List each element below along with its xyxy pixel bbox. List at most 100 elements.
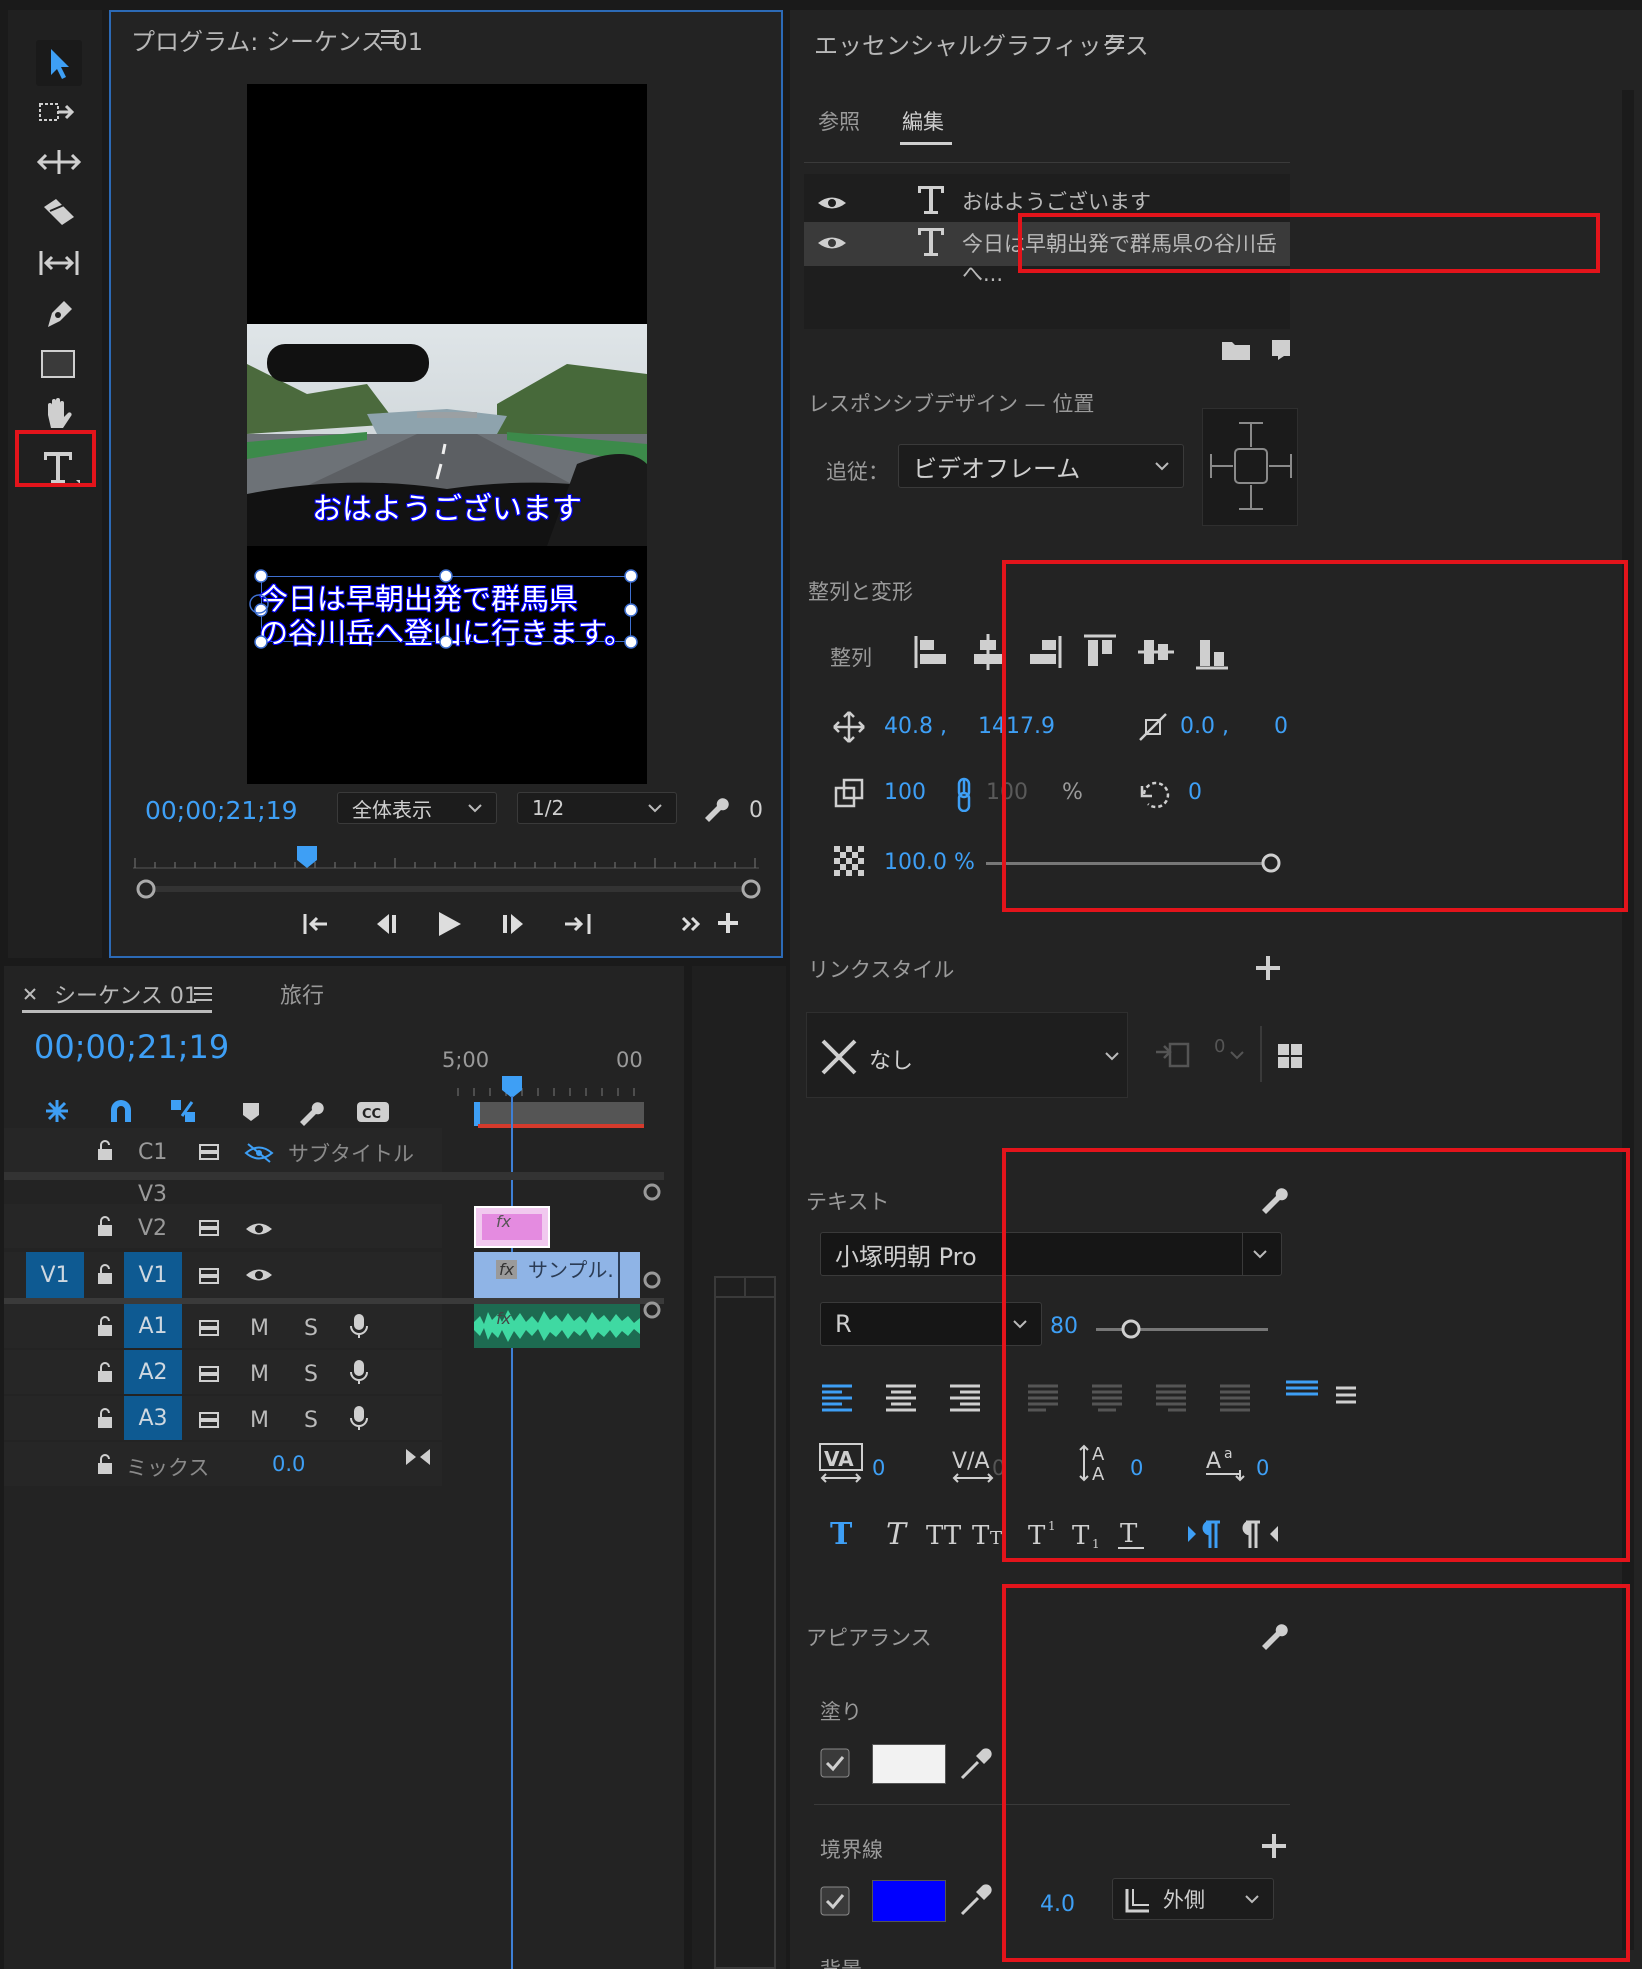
linked-selection-icon[interactable] <box>168 1096 198 1126</box>
sync-lock-icon[interactable] <box>198 1218 222 1238</box>
stroke-color-swatch[interactable] <box>872 1880 946 1922</box>
step-back-icon[interactable] <box>369 910 401 938</box>
eye-icon[interactable] <box>816 232 848 254</box>
timeline-other-tab[interactable]: 旅行 <box>280 978 324 1010</box>
lock-icon[interactable] <box>96 1264 114 1286</box>
track-target-v1[interactable]: V1 <box>124 1252 182 1298</box>
timeline-menu-icon[interactable] <box>194 986 214 1002</box>
lock-icon[interactable] <box>96 1408 114 1430</box>
position-x[interactable]: 40.8 , <box>884 714 947 739</box>
link-style-select[interactable]: なし <box>806 1012 1128 1098</box>
tab-edit[interactable]: 編集 <box>902 106 944 136</box>
eg-menu-icon[interactable] <box>1106 34 1126 50</box>
stroke-eyedropper-icon[interactable] <box>958 1882 994 1918</box>
sync-lock-icon[interactable] <box>198 1266 222 1286</box>
mix-go-icon[interactable] <box>404 1446 432 1468</box>
align-text-center-icon[interactable] <box>884 1380 920 1414</box>
mic-icon[interactable] <box>348 1404 370 1432</box>
faux-bold-icon[interactable]: T <box>828 1518 860 1550</box>
close-icon[interactable] <box>22 986 38 1002</box>
marker-icon[interactable] <box>240 1100 262 1124</box>
align-text-left-icon[interactable] <box>820 1380 856 1414</box>
snap-icon[interactable] <box>106 1096 136 1126</box>
resolution-select[interactable]: 1/2 <box>517 792 677 824</box>
clip-a1-waveform[interactable]: fx <box>474 1304 640 1348</box>
link-scale-icon[interactable] <box>954 776 974 812</box>
scroll-handle[interactable] <box>642 1182 662 1202</box>
add-style-icon[interactable] <box>1254 954 1282 982</box>
eye-icon[interactable] <box>244 1264 274 1286</box>
new-layer-icon[interactable] <box>1266 336 1294 362</box>
hand-tool-icon[interactable] <box>36 393 82 433</box>
push-style-icon[interactable] <box>1152 1040 1192 1072</box>
program-timecode[interactable]: 00;00;21;19 <box>145 796 298 825</box>
tab-browse[interactable]: 参照 <box>818 106 860 136</box>
slip-tool-icon[interactable] <box>36 243 82 283</box>
fill-checkbox[interactable] <box>820 1748 850 1778</box>
clip-v2[interactable]: fx <box>474 1206 550 1248</box>
video-frame[interactable]: おはようございます 今日は早朝出発で群馬県 の谷川岳へ登山に行きます。 <box>247 84 647 784</box>
solo-a2[interactable]: S <box>304 1362 318 1387</box>
timeline-tab-title[interactable]: シーケンス 01 <box>54 978 198 1010</box>
eye-icon[interactable] <box>816 192 848 214</box>
fill-eyedropper-icon[interactable] <box>958 1746 994 1782</box>
program-scrubber[interactable] <box>131 844 771 904</box>
sync-lock-icon[interactable] <box>198 1364 222 1384</box>
lock-icon[interactable] <box>96 1316 114 1338</box>
lock-icon[interactable] <box>96 1362 114 1384</box>
timeline-ruler[interactable] <box>448 1074 648 1134</box>
eye-icon[interactable] <box>244 1218 274 1240</box>
more-controls-icon[interactable] <box>679 912 705 936</box>
mix-value[interactable]: 0.0 <box>272 1452 305 1476</box>
track-target-a2[interactable]: A2 <box>124 1350 182 1394</box>
sync-lock-icon[interactable] <box>198 1318 222 1338</box>
layer-item-0[interactable]: おはようございます <box>804 176 1290 218</box>
timeline-settings-wrench-icon[interactable] <box>296 1096 326 1126</box>
faux-italic-icon[interactable]: T <box>884 1518 916 1550</box>
mic-icon[interactable] <box>348 1358 370 1386</box>
scale-value[interactable]: 100 <box>884 780 926 805</box>
rectangle-tool-icon[interactable] <box>36 343 82 383</box>
captions-icon[interactable]: CC <box>356 1100 390 1124</box>
go-to-out-icon[interactable] <box>561 910 593 938</box>
mic-icon[interactable] <box>348 1312 370 1340</box>
program-menu-icon[interactable] <box>381 29 401 45</box>
align-left-icon[interactable] <box>912 632 952 672</box>
stroke-checkbox[interactable] <box>820 1886 850 1916</box>
ripple-edit-tool-icon[interactable] <box>36 142 82 182</box>
solo-a1[interactable]: S <box>304 1316 318 1341</box>
new-group-folder-icon[interactable] <box>1220 336 1252 362</box>
track-target-a3[interactable]: A3 <box>124 1396 182 1440</box>
go-to-in-icon[interactable] <box>301 910 333 938</box>
lock-icon[interactable] <box>96 1216 114 1238</box>
mute-a2[interactable]: M <box>250 1362 269 1387</box>
fill-color-swatch[interactable] <box>872 1744 946 1784</box>
selection-tool-icon[interactable] <box>36 40 82 86</box>
timeline-timecode[interactable]: 00;00;21;19 <box>34 1028 229 1066</box>
lock-icon[interactable] <box>96 1140 114 1162</box>
tracking-value[interactable]: 0 <box>872 1456 885 1480</box>
follow-select[interactable]: ビデオフレーム <box>898 444 1184 488</box>
scroll-handle[interactable] <box>642 1270 662 1290</box>
eye-hidden-icon[interactable] <box>244 1142 274 1164</box>
clip-v1[interactable]: fx サンプル. <box>474 1252 640 1298</box>
solo-a3[interactable]: S <box>304 1408 318 1433</box>
play-icon[interactable] <box>433 908 465 940</box>
opacity-value[interactable]: 100.0 % <box>884 850 975 875</box>
pin-to-widget[interactable] <box>1202 408 1298 526</box>
zoom-select[interactable]: 全体表示 <box>337 792 497 824</box>
chevron-down-icon[interactable] <box>1228 1046 1246 1064</box>
pen-tool-icon[interactable] <box>36 293 82 333</box>
lock-icon[interactable] <box>96 1454 114 1476</box>
sync-lock-icon[interactable] <box>198 1142 222 1162</box>
razor-tool-icon[interactable] <box>36 193 82 233</box>
mute-a1[interactable]: M <box>250 1316 269 1341</box>
add-button-icon[interactable] <box>715 910 741 936</box>
track-target-a1[interactable]: A1 <box>124 1304 182 1348</box>
sync-lock-icon[interactable] <box>198 1410 222 1430</box>
all-caps-icon[interactable]: TT <box>924 1518 968 1550</box>
wrench-icon[interactable] <box>701 794 729 822</box>
source-v1-patch[interactable]: V1 <box>26 1252 84 1298</box>
track-select-tool-icon[interactable] <box>36 92 82 132</box>
caption-top[interactable]: おはようございます <box>247 484 647 528</box>
